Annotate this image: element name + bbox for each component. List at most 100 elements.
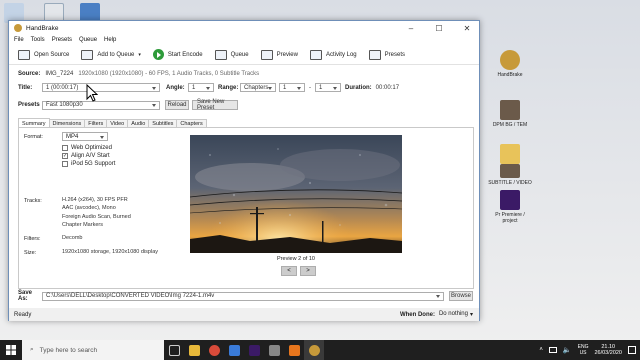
- premiere-taskbar-icon[interactable]: [244, 340, 264, 360]
- source-row: Source: IMG_7224 1920x1080 (1920x1080) -…: [18, 71, 259, 77]
- menu-tools[interactable]: Tools: [31, 37, 45, 43]
- preview-next-button[interactable]: >: [300, 266, 316, 276]
- menu-queue[interactable]: Queue: [79, 37, 97, 43]
- angle-select-value: 1: [192, 84, 196, 91]
- format-select[interactable]: MP4: [62, 132, 108, 141]
- log-icon: [309, 49, 322, 60]
- save-as-path-field[interactable]: C:\Users\DELL\Desktop\CONVERTED VIDEO\Im…: [42, 291, 444, 301]
- title-bar[interactable]: HandBrake – ☐ ✕: [9, 21, 479, 35]
- range-start-select[interactable]: 1: [279, 83, 305, 92]
- chevron-down-icon[interactable]: ▾: [138, 52, 141, 58]
- filters-value: Decomb: [62, 235, 83, 241]
- browse-button[interactable]: Browse: [449, 291, 473, 301]
- activity-log-button[interactable]: Activity Log: [306, 47, 361, 63]
- chevron-down-icon: ▾: [469, 312, 473, 318]
- tracks-list: H.264 (x264), 30 FPS PFR AAC (avcodec), …: [62, 196, 131, 229]
- network-icon[interactable]: [548, 347, 557, 353]
- angle-select[interactable]: 1: [188, 83, 214, 92]
- when-done-select[interactable]: Do nothing ▾: [439, 311, 473, 318]
- preview-previous-button[interactable]: <: [281, 266, 297, 276]
- reload-button[interactable]: Reload: [165, 100, 189, 110]
- queue-label: Queue: [230, 51, 249, 58]
- format-options: Web Optimized ✓ Align A/V Start iPod 5G …: [62, 144, 115, 168]
- browse-label: Browse: [451, 293, 472, 299]
- checkbox-box: [62, 145, 68, 151]
- minimize-button[interactable]: –: [399, 21, 423, 35]
- taskbar-search-box[interactable]: ⌕ Type here to search: [22, 340, 164, 360]
- source-name: IMG_7224: [45, 71, 74, 77]
- summary-panel: Format: MP4 Web Optimized ✓ Align A/V St…: [18, 127, 474, 289]
- start-encode-label: Start Encode: [167, 51, 203, 58]
- preview-label: Preview: [276, 51, 298, 58]
- windows-logo-icon: [6, 345, 16, 355]
- start-encode-button[interactable]: Start Encode: [149, 47, 207, 63]
- desktop-icon-dpm[interactable]: DPM BG / TEM: [488, 100, 532, 128]
- task-view-icon[interactable]: [164, 340, 184, 360]
- menu-help[interactable]: Help: [104, 37, 116, 43]
- menu-presets[interactable]: Presets: [52, 37, 72, 43]
- preview-image: [190, 135, 402, 253]
- film-icon: [18, 49, 30, 60]
- web-optimized-checkbox[interactable]: Web Optimized: [62, 144, 115, 152]
- size-label: Size:: [24, 250, 37, 256]
- desktop-icon-subtitle[interactable]: SUBTITLE / VIDEO: [488, 164, 532, 186]
- range-start-value: 1: [283, 84, 287, 91]
- store-icon[interactable]: [224, 340, 244, 360]
- queue-button[interactable]: Queue: [211, 47, 253, 63]
- filters-label: Filters:: [24, 236, 41, 242]
- title-select[interactable]: 1 (00:00:17): [42, 83, 160, 92]
- range-end-select[interactable]: 1: [315, 83, 341, 92]
- pineapple-icon: [500, 50, 520, 70]
- save-as-label: Save As:: [18, 290, 33, 302]
- notification-icon[interactable]: [628, 346, 636, 354]
- previous-arrow-icon: <: [287, 268, 291, 274]
- close-button[interactable]: ✕: [455, 21, 479, 35]
- preview-icon: [260, 49, 273, 60]
- preset-select[interactable]: Fast 1080p30: [42, 100, 160, 110]
- presets-button[interactable]: Presets: [365, 47, 409, 63]
- taskbar: ⌕ Type here to search ˄ 🔈 ENG US 21.10 2…: [0, 340, 640, 360]
- align-av-start-checkbox[interactable]: ✓ Align A/V Start: [62, 152, 115, 160]
- folder-icon: [500, 144, 520, 164]
- checkmark-icon: ✓: [62, 153, 68, 159]
- track-item: Chapter Markers: [62, 221, 103, 228]
- add-queue-icon: [81, 49, 94, 60]
- search-icon: ⌕: [30, 346, 34, 353]
- volume-icon[interactable]: 🔈: [563, 346, 572, 354]
- save-as-row: Save As: C:\Users\DELL\Desktop\CONVERTED…: [18, 290, 473, 302]
- tray-arrow-icon[interactable]: ˄: [539, 347, 543, 353]
- clock[interactable]: 21.10 26/03/2020: [594, 344, 622, 357]
- language-indicator[interactable]: ENG US: [578, 344, 589, 356]
- range-type-select[interactable]: Chapters: [240, 83, 276, 92]
- title-select-value: 1 (00:00:17): [46, 84, 79, 91]
- desktop-icon-premiere[interactable]: Pr Premiere / project: [488, 190, 532, 224]
- desktop-icon-folder[interactable]: [488, 144, 532, 166]
- open-source-button[interactable]: Open Source: [14, 47, 73, 63]
- menu-file[interactable]: File: [14, 37, 24, 43]
- maximize-button[interactable]: ☐: [427, 21, 451, 35]
- align-av-start-label: Align A/V Start: [71, 153, 110, 159]
- queue-icon: [214, 49, 227, 60]
- ipod-5g-checkbox[interactable]: iPod 5G Support: [62, 160, 115, 168]
- save-new-preset-button[interactable]: Save New Preset: [192, 99, 238, 111]
- start-button[interactable]: [0, 340, 22, 360]
- mouse-cursor-icon: [86, 84, 98, 102]
- handbrake-taskbar-icon[interactable]: [304, 340, 324, 360]
- range-label: Range:: [218, 84, 239, 91]
- app-taskbar-icon[interactable]: [264, 340, 284, 360]
- premiere-icon: [500, 190, 520, 210]
- source-info: 1920x1080 (1920x1080) - 60 FPS, 1 Audio …: [78, 71, 260, 77]
- desktop-icon-label: Pr Premiere / project: [495, 212, 525, 224]
- region-code: US: [579, 350, 587, 356]
- chrome-icon[interactable]: [204, 340, 224, 360]
- status-text: Ready: [14, 311, 32, 318]
- vlc-icon[interactable]: [284, 340, 304, 360]
- file-explorer-icon[interactable]: [184, 340, 204, 360]
- when-done-label: When Done:: [399, 311, 435, 318]
- when-done-value: Do nothing: [438, 311, 468, 317]
- desktop-icon-handbrake[interactable]: HandBrake: [488, 50, 532, 78]
- preview-button[interactable]: Preview: [257, 47, 302, 63]
- preset-select-value: Fast 1080p30: [46, 102, 83, 108]
- add-to-queue-button[interactable]: Add to Queue ▾: [77, 47, 145, 63]
- title-label: Title:: [18, 84, 33, 91]
